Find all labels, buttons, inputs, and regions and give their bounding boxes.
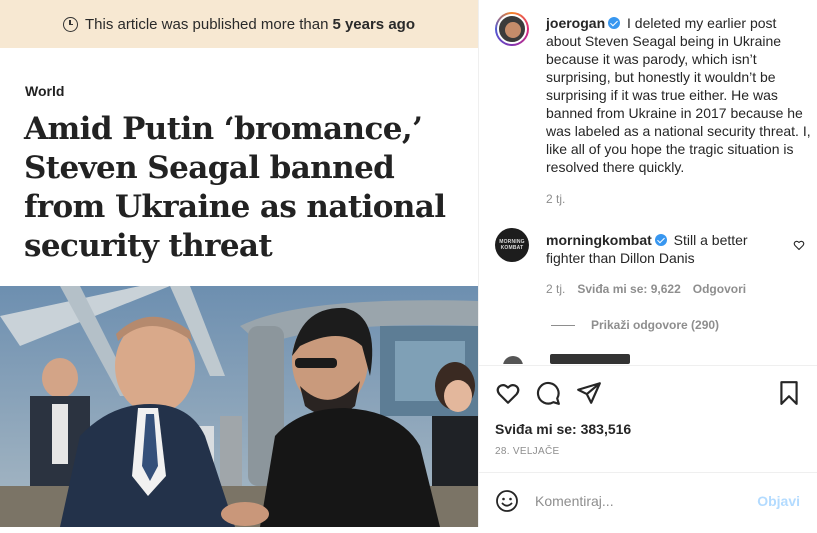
clock-icon	[62, 16, 78, 32]
heart-icon[interactable]	[495, 380, 521, 406]
post-actions-bar	[479, 365, 817, 405]
comment-like-count[interactable]: Sviđa mi se: 9,622	[577, 282, 680, 296]
comment-text-block: morningkombat Still a better fighter tha…	[546, 231, 786, 267]
article-photo	[0, 286, 478, 527]
notice-age: 5 years ago	[332, 15, 415, 33]
next-comment-text-partial	[550, 354, 630, 364]
post-date[interactable]: 28. VELJAČE	[495, 446, 559, 457]
verified-badge-icon	[654, 234, 667, 246]
comment-timestamp[interactable]: 2 tj.	[546, 282, 565, 296]
article-age-notice: This article was published more than 5 y…	[0, 0, 478, 48]
notice-text: This article was published more than	[84, 15, 329, 33]
comment-meta: 2 tj. Sviđa mi se: 9,622 Odgovori	[546, 282, 746, 296]
comment-bubble-icon[interactable]	[535, 380, 561, 406]
article-section: World	[25, 83, 65, 99]
commenter-avatar-logo: MORNING KOMBAT	[499, 239, 525, 251]
paper-plane-icon[interactable]	[576, 380, 602, 406]
smiley-icon[interactable]	[495, 489, 519, 513]
comment-input[interactable]	[535, 487, 745, 515]
caption-username[interactable]: joerogan	[546, 15, 605, 31]
post-comment-button[interactable]: Objavi	[757, 493, 800, 509]
view-replies-button[interactable]: Prikaži odgovore (290)	[551, 318, 719, 332]
next-comment-avatar	[503, 356, 523, 364]
post-like-count[interactable]: Sviđa mi se: 383,516	[495, 421, 631, 437]
comment-composer: Objavi	[479, 472, 817, 527]
bookmark-icon[interactable]	[776, 380, 802, 406]
commenter-avatar[interactable]: MORNING KOMBAT	[495, 228, 529, 262]
comment-username[interactable]: morningkombat	[546, 232, 652, 248]
author-avatar[interactable]	[495, 12, 529, 46]
verified-badge-icon	[608, 17, 621, 29]
caption-text-block: joerogan I deleted my earlier post about…	[546, 14, 811, 176]
post-details-panel: joerogan I deleted my earlier post about…	[478, 0, 817, 527]
reply-button[interactable]: Odgovori	[693, 282, 746, 296]
article-headline: Amid Putin ‘bromance,’ Steven Seagal ban…	[24, 111, 446, 264]
replies-divider	[551, 324, 575, 326]
view-replies-label: Prikaži odgovore (290)	[591, 318, 720, 332]
caption-body: I deleted my earlier post about Steven S…	[546, 15, 811, 175]
comment-like-heart-icon[interactable]	[793, 239, 805, 251]
caption-timestamp[interactable]: 2 tj.	[546, 192, 565, 206]
photo-illustration	[0, 286, 478, 527]
post-media[interactable]: This article was published more than 5 y…	[0, 0, 478, 527]
next-comment-partial	[495, 352, 795, 364]
